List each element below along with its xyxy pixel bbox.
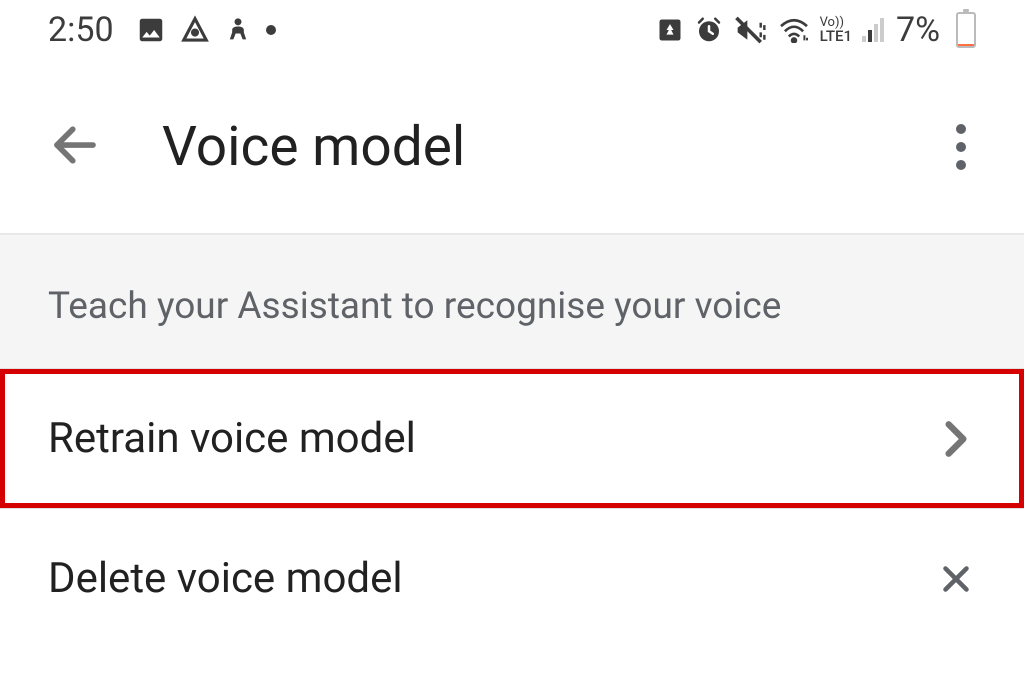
- dot-icon: [956, 160, 966, 170]
- section-header-text: Teach your Assistant to recognise your v…: [48, 285, 976, 328]
- status-bar: 2:50 Vo)) LTE1: [0, 0, 1024, 60]
- retrain-voice-model-item[interactable]: Retrain voice model: [0, 369, 1024, 508]
- section-header: Teach your Assistant to recognise your v…: [0, 235, 1024, 369]
- back-button[interactable]: [48, 118, 102, 176]
- arrow-left-icon: [48, 118, 102, 172]
- vibrate-mute-icon: [734, 15, 768, 45]
- recycle-box-icon: [656, 16, 684, 44]
- list-item-label: Retrain voice model: [48, 414, 416, 463]
- accessibility-icon: [224, 16, 252, 44]
- dot-icon: [956, 124, 966, 134]
- battery-icon: [956, 12, 976, 48]
- overflow-menu-button[interactable]: [946, 114, 976, 180]
- triangle-alert-icon: [180, 15, 210, 45]
- signal-strength-icon: [862, 18, 884, 42]
- alarm-icon: [694, 15, 724, 45]
- network-type-label: Vo)) LTE1: [820, 16, 852, 44]
- wifi-icon: [778, 17, 810, 43]
- close-icon: [936, 561, 976, 597]
- app-bar: Voice model: [0, 60, 1024, 235]
- battery-percent: 7%: [896, 10, 940, 50]
- delete-voice-model-item[interactable]: Delete voice model: [0, 509, 1024, 648]
- status-right-group: Vo)) LTE1 7%: [656, 10, 976, 50]
- list-item-label: Delete voice model: [48, 554, 403, 603]
- page-title: Voice model: [162, 115, 886, 179]
- chevron-right-icon: [936, 417, 976, 461]
- status-time: 2:50: [48, 10, 114, 50]
- image-icon: [136, 15, 166, 45]
- status-left-group: 2:50: [48, 10, 276, 50]
- dot-icon: [956, 142, 966, 152]
- notification-dot-icon: [266, 25, 276, 35]
